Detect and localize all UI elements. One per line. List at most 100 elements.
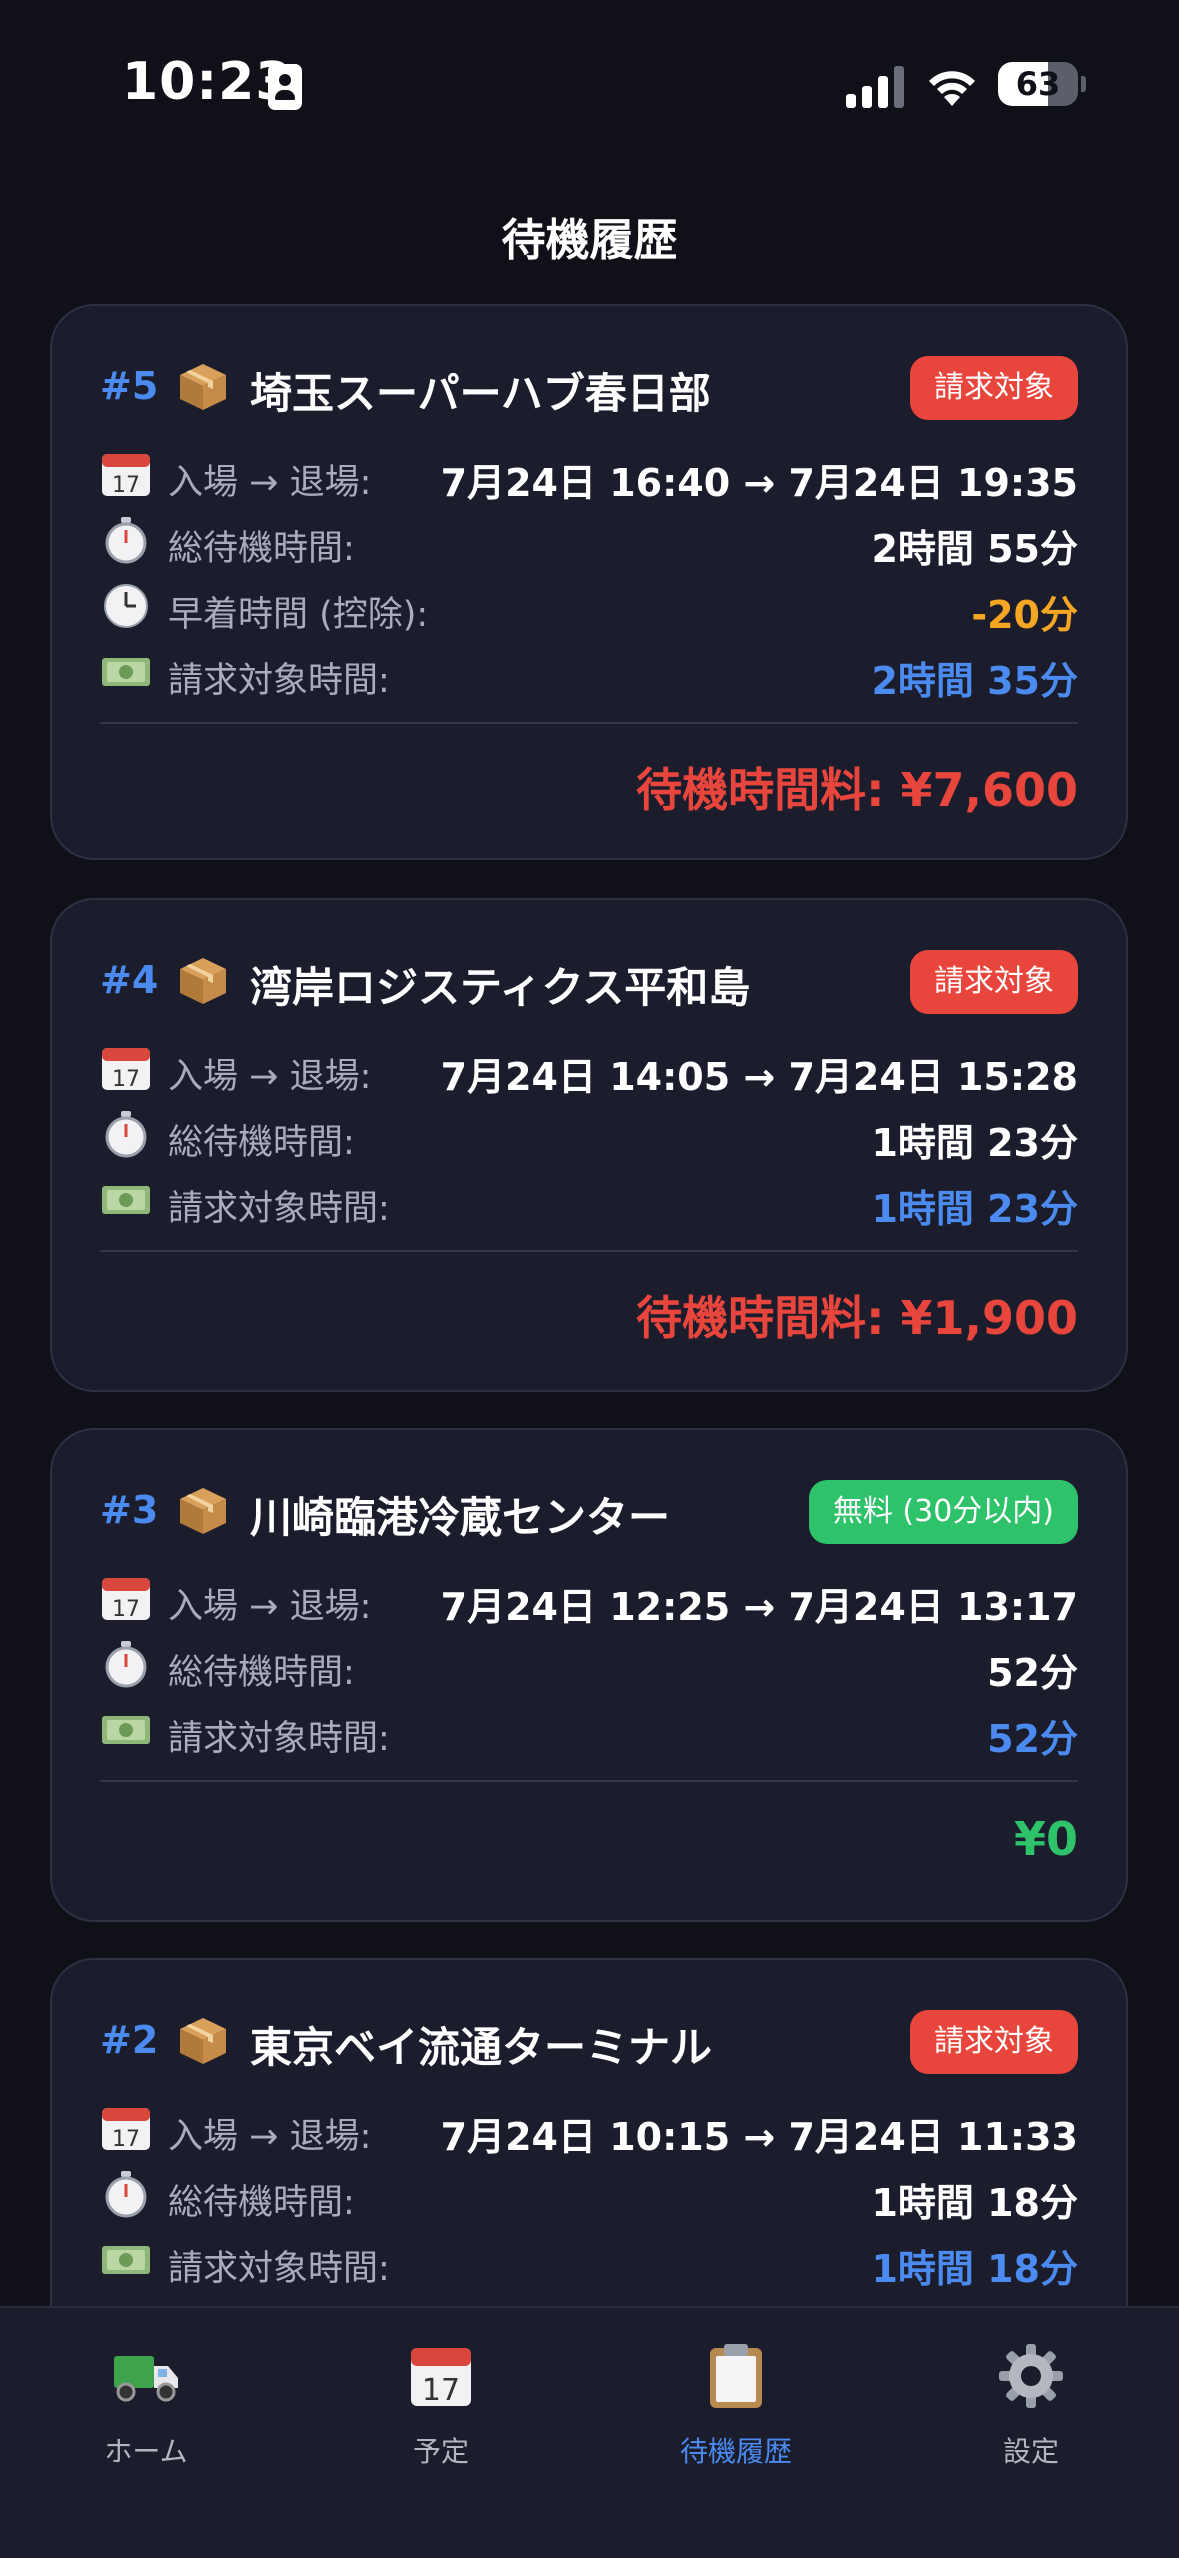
svg-text:17: 17 (112, 473, 140, 498)
row-label: 請求対象時間: (168, 1189, 390, 1229)
row-value: -20分 (971, 593, 1078, 637)
row-label: 総待機時間: (168, 2183, 355, 2223)
row-value: 7月24日 16:40 → 7月24日 19:35 (440, 461, 1078, 505)
tab-wait-history[interactable]: 待機履歴 (626, 2334, 846, 2474)
wait-fee: 待機時間料: ¥7,600 (636, 763, 1078, 817)
row-value: 7月24日 12:25 → 7月24日 13:17 (440, 1585, 1078, 1629)
total-wait-row: 総待機時間: 1時間 18分 (100, 2166, 1078, 2225)
facility-name: 東京ベイ流通ターミナル (250, 2023, 713, 2072)
money-icon (100, 1706, 152, 1754)
entry-exit-row: 17 入場 → 退場: 7月24日 12:25 → 7月24日 13:17 (100, 1570, 1078, 1629)
svg-text:17: 17 (112, 2127, 140, 2152)
facility-name: 埼玉スーパーハブ春日部 (250, 369, 711, 418)
card-header: #4 湾岸ロジスティクス平和島 請求対象 (100, 950, 1078, 1014)
row-value: 2時間 55分 (871, 527, 1078, 571)
billable-time-row: 請求対象時間: 1時間 18分 (100, 2232, 1078, 2291)
tab-settings[interactable]: 設定 (921, 2334, 1141, 2474)
tab-schedule[interactable]: 17 予定 (331, 2334, 551, 2474)
record-number: #5 (100, 364, 159, 408)
card-divider (100, 1250, 1078, 1252)
row-value: 52分 (987, 1717, 1078, 1761)
billable-time-row: 請求対象時間: 1時間 23分 (100, 1172, 1078, 1231)
record-number: #2 (100, 2018, 159, 2062)
status-badge: 請求対象 (910, 2010, 1078, 2074)
clock-icon (100, 582, 152, 630)
calendar-icon: 17 (100, 1574, 152, 1622)
total-wait-row: 総待機時間: 2時間 55分 (100, 512, 1078, 571)
truck-icon (114, 2356, 178, 2402)
card-divider (100, 1780, 1078, 1782)
status-badge: 無料 (30分以内) (808, 1480, 1078, 1544)
row-value: 7月24日 10:15 → 7月24日 11:33 (440, 2115, 1078, 2159)
history-card[interactable]: #4 湾岸ロジスティクス平和島 請求対象 17 入場 → 退場: 7月24日 1… (50, 898, 1128, 1392)
tab-home[interactable]: ホーム (36, 2334, 256, 2474)
tab-label: 予定 (412, 2435, 469, 2468)
card-header: #5 埼玉スーパーハブ春日部 請求対象 (100, 356, 1078, 420)
stopwatch-icon (100, 2170, 152, 2218)
stopwatch-icon (100, 1110, 152, 1158)
total-wait-row: 総待機時間: 52分 (100, 1636, 1078, 1695)
record-number: #3 (100, 1488, 159, 1532)
wifi-icon (929, 71, 975, 106)
entry-exit-row: 17 入場 → 退場: 7月24日 10:15 → 7月24日 11:33 (100, 2100, 1078, 2159)
billable-time-row: 請求対象時間: 52分 (100, 1702, 1078, 1761)
history-card[interactable]: #5 埼玉スーパーハブ春日部 請求対象 17 入場 → 退場: 7月24日 16… (50, 304, 1128, 860)
package-icon (180, 364, 226, 410)
row-value: 1時間 18分 (871, 2181, 1078, 2225)
gear-icon (999, 2344, 1063, 2408)
entry-exit-row: 17 入場 → 退場: 7月24日 16:40 → 7月24日 19:35 (100, 446, 1078, 505)
money-icon (100, 2236, 152, 2284)
row-value: 52分 (987, 1651, 1078, 1695)
calendar-icon: 17 (100, 2104, 152, 2152)
row-label: 総待機時間: (168, 529, 355, 569)
calendar-icon: 17 (411, 2348, 471, 2408)
page-title: 待機履歴 (501, 215, 678, 266)
money-icon (100, 1176, 152, 1224)
svg-text:17: 17 (422, 2373, 460, 2408)
tab-label: 待機履歴 (679, 2435, 792, 2468)
facility-name: 湾岸ロジスティクス平和島 (250, 963, 751, 1012)
tab-label: ホーム (104, 2435, 188, 2468)
row-label: 入場 → 退場: (168, 1057, 372, 1097)
status-badge: 請求対象 (910, 356, 1078, 420)
row-value: 7月24日 14:05 → 7月24日 15:28 (440, 1055, 1078, 1099)
entry-exit-row: 17 入場 → 退場: 7月24日 14:05 → 7月24日 15:28 (100, 1040, 1078, 1099)
status-badge: 請求対象 (910, 950, 1078, 1014)
facility-name: 川崎臨港冷蔵センター (250, 1493, 671, 1542)
history-card[interactable]: #3 川崎臨港冷蔵センター 無料 (30分以内) 17 入場 → 退場: 7月2… (50, 1428, 1128, 1922)
cellular-signal-icon (846, 66, 904, 108)
battery-tip (1081, 76, 1086, 92)
row-value: 2時間 35分 (871, 659, 1078, 703)
wait-fee: 待機時間料: ¥1,900 (636, 1291, 1078, 1345)
svg-text:17: 17 (112, 1067, 140, 1092)
stopwatch-icon (100, 1640, 152, 1688)
row-label: 請求対象時間: (168, 661, 390, 701)
svg-text:17: 17 (112, 1597, 140, 1622)
tab-bar: ホーム 17 予定 待機履歴 設定 (0, 2306, 1179, 2558)
row-label: 早着時間 (控除): (168, 595, 429, 635)
row-label: 入場 → 退場: (168, 1587, 372, 1627)
card-header: #2 東京ベイ流通ターミナル 請求対象 (100, 2010, 1078, 2074)
battery-icon: 63 (998, 62, 1078, 106)
money-icon (100, 648, 152, 696)
record-number: #4 (100, 958, 159, 1002)
wait-fee: ¥0 (1013, 1812, 1078, 1866)
package-icon (180, 2018, 226, 2064)
row-label: 請求対象時間: (168, 2249, 390, 2289)
calendar-icon: 17 (100, 450, 152, 498)
row-value: 1時間 23分 (871, 1121, 1078, 1165)
total-wait-row: 総待機時間: 1時間 23分 (100, 1106, 1078, 1165)
row-value: 1時間 18分 (871, 2247, 1078, 2291)
stopwatch-icon (100, 516, 152, 564)
clipboard-icon (710, 2344, 762, 2408)
contact-card-icon (268, 64, 302, 110)
row-label: 総待機時間: (168, 1123, 355, 1163)
package-icon (180, 958, 226, 1004)
tab-label: 設定 (1002, 2435, 1059, 2468)
early-arrival-row: 早着時間 (控除): -20分 (100, 578, 1078, 637)
calendar-icon: 17 (100, 1044, 152, 1092)
row-label: 総待機時間: (168, 1653, 355, 1693)
row-label: 入場 → 退場: (168, 463, 372, 503)
card-header: #3 川崎臨港冷蔵センター 無料 (30分以内) (100, 1480, 1078, 1544)
card-divider (100, 722, 1078, 724)
